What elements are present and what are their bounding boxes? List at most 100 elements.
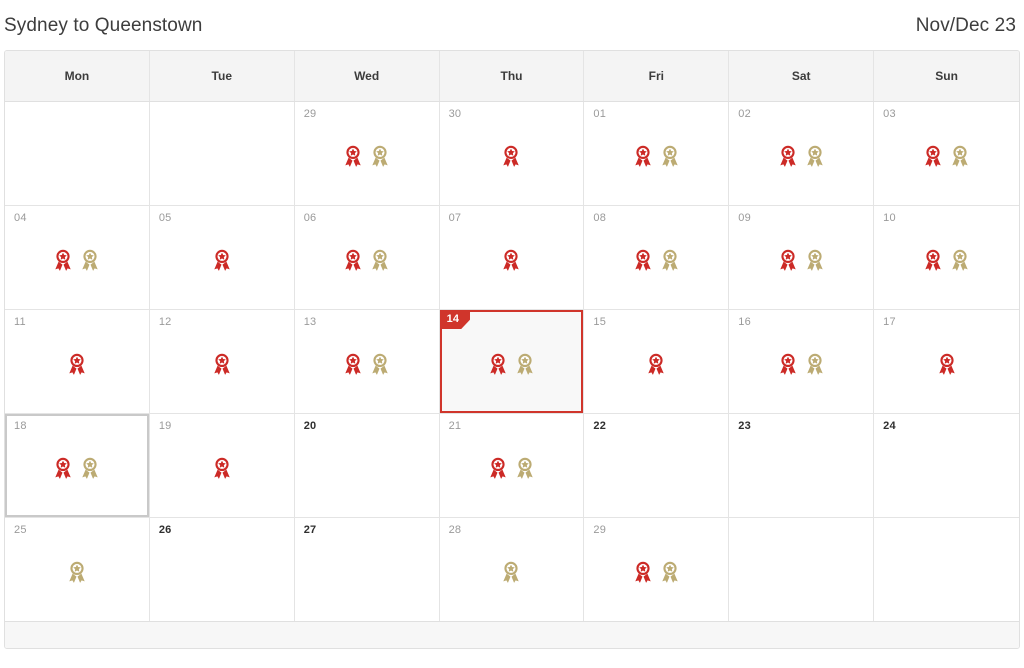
day-cell-16[interactable]: 16 (729, 310, 875, 413)
day-cell-25[interactable]: 25 (5, 518, 150, 621)
day-number: 23 (738, 420, 751, 432)
award-ribbon-gold-icon[interactable] (68, 561, 86, 583)
day-cell-23[interactable]: 23 (729, 414, 875, 517)
day-cell-03[interactable]: 03 (874, 102, 1019, 205)
award-icon-tray (295, 144, 439, 168)
award-ribbon-gold-icon[interactable] (806, 145, 824, 167)
day-cell-28[interactable]: 28 (439, 518, 585, 621)
award-ribbon-red-icon[interactable] (213, 457, 231, 479)
award-ribbon-red-icon[interactable] (634, 145, 652, 167)
award-ribbon-red-icon[interactable] (344, 353, 362, 375)
day-cell-15[interactable]: 15 (584, 310, 730, 413)
selected-day-badge: 14 (440, 310, 471, 329)
award-icon-tray (5, 560, 149, 584)
award-icon-tray (5, 352, 149, 376)
award-ribbon-red-icon[interactable] (634, 249, 652, 271)
award-ribbon-red-icon[interactable] (924, 145, 942, 167)
day-cell-11[interactable]: 11 (5, 310, 150, 413)
day-cell-13[interactable]: 13 (294, 310, 440, 413)
day-cell-22[interactable]: 22 (584, 414, 730, 517)
day-cell-27[interactable]: 27 (294, 518, 440, 621)
day-cell-01[interactable]: 01 (584, 102, 730, 205)
award-ribbon-gold-icon[interactable] (661, 561, 679, 583)
award-icon-tray (440, 456, 584, 480)
award-ribbon-red-icon[interactable] (489, 353, 507, 375)
award-ribbon-red-icon[interactable] (924, 249, 942, 271)
award-ribbon-gold-icon[interactable] (81, 249, 99, 271)
award-ribbon-gold-icon[interactable] (806, 353, 824, 375)
day-cell-12[interactable]: 12 (149, 310, 295, 413)
award-ribbon-red-icon[interactable] (344, 145, 362, 167)
weekday-header-thu: Thu (440, 51, 585, 101)
day-number: 28 (448, 524, 462, 536)
day-number: 19 (158, 420, 172, 432)
weekday-label: Thu (500, 69, 523, 83)
award-ribbon-gold-icon[interactable] (951, 145, 969, 167)
day-number: 30 (448, 108, 462, 120)
award-ribbon-gold-icon[interactable] (951, 249, 969, 271)
day-cell-24[interactable]: 24 (874, 414, 1019, 517)
weekday-label: Mon (64, 69, 90, 83)
day-number: 08 (593, 212, 607, 224)
award-icon-tray (729, 248, 873, 272)
day-cell-10[interactable]: 10 (874, 206, 1019, 309)
day-number: 20 (303, 420, 317, 432)
award-ribbon-gold-icon[interactable] (661, 249, 679, 271)
day-cell-20[interactable]: 20 (294, 414, 440, 517)
award-ribbon-red-icon[interactable] (502, 249, 520, 271)
weekday-header-fri: Fri (584, 51, 730, 101)
day-cell-26[interactable]: 26 (149, 518, 295, 621)
award-icon-tray (729, 352, 873, 376)
day-cell-06[interactable]: 06 (294, 206, 440, 309)
weekday-header-sat: Sat (729, 51, 875, 101)
award-ribbon-gold-icon[interactable] (516, 353, 534, 375)
award-ribbon-gold-icon[interactable] (371, 249, 389, 271)
calendar-body: 29 30 01 02 03 04 05 06 07 08 09 10 11 12 13 14 15 16 17 18… (5, 102, 1019, 621)
award-ribbon-red-icon[interactable] (779, 249, 797, 271)
day-cell-07[interactable]: 07 (439, 206, 585, 309)
award-ribbon-red-icon[interactable] (502, 145, 520, 167)
day-cell-30[interactable]: 30 (439, 102, 585, 205)
day-cell-05[interactable]: 05 (149, 206, 295, 309)
day-cell-19[interactable]: 19 (149, 414, 295, 517)
day-number: 24 (883, 420, 896, 432)
day-cell-04[interactable]: 04 (5, 206, 150, 309)
award-ribbon-gold-icon[interactable] (661, 145, 679, 167)
day-cell-02[interactable]: 02 (729, 102, 875, 205)
day-cell-08[interactable]: 08 (584, 206, 730, 309)
day-cell-29[interactable]: 29 (584, 518, 730, 621)
award-ribbon-gold-icon[interactable] (371, 353, 389, 375)
day-cell-18[interactable]: 18 (5, 414, 150, 517)
award-ribbon-red-icon[interactable] (647, 353, 665, 375)
award-ribbon-red-icon[interactable] (213, 249, 231, 271)
award-ribbon-red-icon[interactable] (779, 145, 797, 167)
award-ribbon-red-icon[interactable] (213, 353, 231, 375)
day-number: 12 (158, 316, 172, 328)
page-header: Sydney to Queenstown Nov/Dec 23 (0, 0, 1024, 50)
day-number: 04 (14, 212, 27, 224)
day-cell-17[interactable]: 17 (874, 310, 1019, 413)
award-ribbon-red-icon[interactable] (779, 353, 797, 375)
day-cell-21[interactable]: 21 (439, 414, 585, 517)
day-number: 11 (14, 316, 26, 328)
award-ribbon-red-icon[interactable] (634, 561, 652, 583)
weekday-label: Tue (211, 69, 232, 83)
weekday-label: Sat (791, 69, 811, 83)
day-cell-29[interactable]: 29 (294, 102, 440, 205)
award-ribbon-gold-icon[interactable] (806, 249, 824, 271)
day-cell-09[interactable]: 09 (729, 206, 875, 309)
award-ribbon-red-icon[interactable] (54, 457, 72, 479)
award-ribbon-red-icon[interactable] (54, 249, 72, 271)
award-icon-tray (150, 352, 294, 376)
award-ribbon-red-icon[interactable] (938, 353, 956, 375)
day-cell-14[interactable]: 14 (439, 310, 585, 413)
weekday-header-tue: Tue (150, 51, 295, 101)
award-ribbon-red-icon[interactable] (68, 353, 86, 375)
award-ribbon-gold-icon[interactable] (516, 457, 534, 479)
award-icon-tray (295, 248, 439, 272)
award-ribbon-red-icon[interactable] (489, 457, 507, 479)
award-ribbon-gold-icon[interactable] (371, 145, 389, 167)
award-ribbon-red-icon[interactable] (344, 249, 362, 271)
award-ribbon-gold-icon[interactable] (81, 457, 99, 479)
award-ribbon-gold-icon[interactable] (502, 561, 520, 583)
